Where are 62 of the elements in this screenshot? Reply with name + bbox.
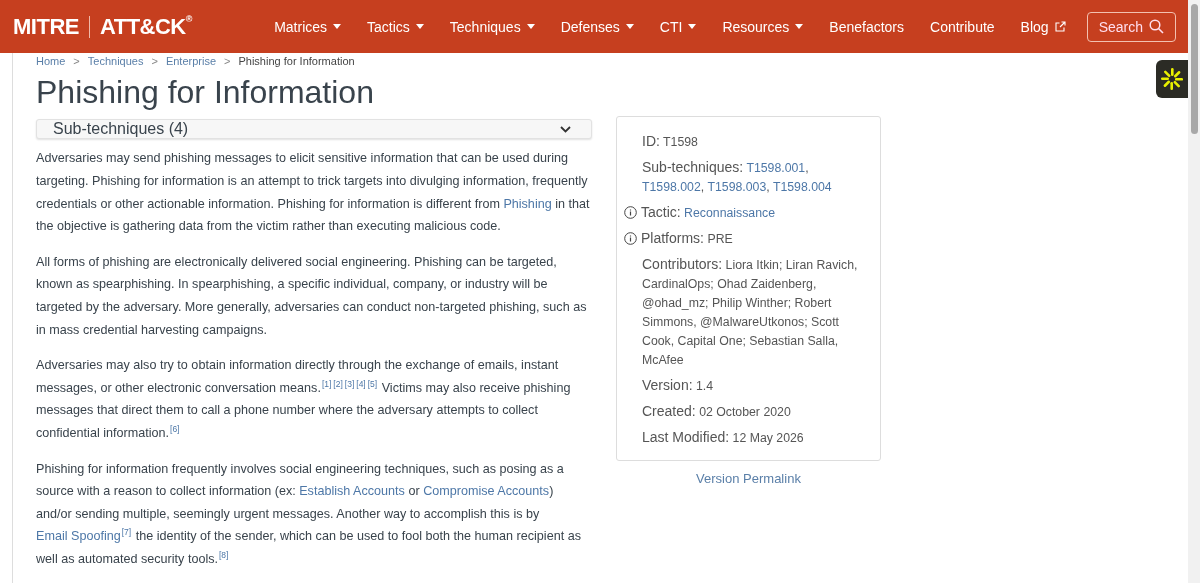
caret-icon xyxy=(526,24,535,29)
info-icon xyxy=(624,232,637,245)
citation-link[interactable]: [4] xyxy=(356,378,366,389)
citation-link[interactable]: [7] xyxy=(121,527,132,538)
citation-link[interactable]: [1] xyxy=(321,378,332,389)
nav-link[interactable]: Contribute xyxy=(917,18,1008,35)
nav-link[interactable]: Techniques xyxy=(436,18,548,35)
version-permalink[interactable]: Version Permalink xyxy=(696,471,801,486)
description-paragraph: Phishing for information frequently involves social engineering techniques, such as posing as a source with a reason to collect information (ex: Establish Accounts or Compromise Accounts) and/or sending multiple, seemingly urgent messages. Another way to accomplish this is by Email Spoofing$^{[7]}$ the identity of the sender, which can be used to fool both the human recipient as well as automated security tools.$^{[8]}$ xyxy=(36,460,582,568)
text-link[interactable]: Email Spoofing xyxy=(36,529,121,544)
logo-text[interactable]: ATT&CK® xyxy=(99,13,192,40)
nav-link[interactable]: Tactics xyxy=(354,18,437,35)
page-title: Phishing for Information xyxy=(36,73,375,112)
citation-link[interactable]: [3] xyxy=(344,378,355,389)
nav-link[interactable]: Blog xyxy=(1007,18,1079,35)
breadcrumb-item[interactable]: Home xyxy=(36,55,66,67)
search-button[interactable]: Search xyxy=(1086,11,1176,42)
breadcrumb-separator: > xyxy=(73,55,80,67)
nav-link[interactable]: Defenses xyxy=(547,18,647,35)
nav-link[interactable]: CTI xyxy=(646,18,710,35)
text-link[interactable]: Compromise Accounts xyxy=(423,484,550,499)
caret-icon xyxy=(795,24,804,29)
caret-icon xyxy=(333,24,342,29)
info-field: ID: T1598 xyxy=(642,132,698,152)
info-field: Contributors: Liora Itkin; Liran Ravich, CardinalOps; Ohad Zaidenberg, @ohad_mz; Philip Winther; Robert Simmons, @MalwareUtkonos; Scott Cook, Capital One; Sebastian Salla, McAfee xyxy=(642,255,866,370)
text-link[interactable]: T1598.002 xyxy=(642,180,701,194)
nav-link[interactable]: Matrices xyxy=(261,18,355,35)
text-link[interactable]: Phishing xyxy=(503,196,552,211)
scrollbar[interactable] xyxy=(1188,0,1200,583)
logo-text[interactable]: MITRE xyxy=(13,13,79,40)
external-link-icon xyxy=(1054,21,1066,32)
info-field: Sub-techniques: T1598.001, T1598.002, T1598.003, T1598.004 xyxy=(642,158,866,197)
text-link[interactable]: T1598.004 xyxy=(772,180,832,194)
search-icon xyxy=(1149,19,1164,34)
info-icon xyxy=(624,206,637,219)
nav-link[interactable]: Benefactors xyxy=(816,18,917,35)
breadcrumb-separator: > xyxy=(151,55,158,67)
description-paragraph: All forms of phishing are electronically delivered social engineering. Phishing can be targeted, known as spearphishing. In spearphishing, a specific individual, company, or industry will be targeted by the adversary. More generally, adversaries can conduct non-targeted phishing, such as in mass credential harvesting campaigns. xyxy=(36,253,588,339)
breadcrumb-separator: > xyxy=(224,55,231,67)
citation-link[interactable]: [5] xyxy=(367,378,378,389)
info-field: Tactic: Reconnaissance xyxy=(641,203,776,223)
text-link[interactable]: Establish Accounts xyxy=(299,484,405,499)
text-link[interactable]: Reconnaissance xyxy=(684,206,776,220)
caret-icon xyxy=(415,24,424,29)
breadcrumb-item[interactable]: Enterprise xyxy=(165,55,216,67)
sub-techniques-accordion[interactable]: Sub-techniques (4) xyxy=(36,119,592,140)
info-field: Version: 1.4 xyxy=(642,376,714,396)
citation-link[interactable]: [6] xyxy=(170,423,180,434)
citation-link[interactable]: [2] xyxy=(333,378,343,389)
info-field: Platforms: PRE xyxy=(641,229,733,249)
asterisk-icon xyxy=(1160,67,1184,91)
nav-link[interactable]: Resources xyxy=(709,18,817,35)
info-field: Last Modified: 12 May 2026 xyxy=(642,428,804,448)
caret-icon xyxy=(625,24,634,29)
citation-link[interactable]: [8] xyxy=(219,549,229,560)
chevron-icon xyxy=(560,125,571,133)
breadcrumb-item[interactable]: Phishing for Information xyxy=(238,55,355,67)
description-paragraph: Adversaries may send phishing messages to elicit sensitive information that can be used during targeting. Phishing for information is an attempt to trick targets into divulging information, frequently credentials or other actionable information. Phishing for information is different from Phishing in that the objective is gathering data from the victim rather than executing malicious code. xyxy=(36,150,591,236)
widget-button[interactable] xyxy=(1156,60,1188,98)
breadcrumb-item[interactable]: Techniques xyxy=(87,55,144,67)
info-field: Created: 02 October 2020 xyxy=(642,402,791,422)
caret-icon xyxy=(688,24,697,29)
